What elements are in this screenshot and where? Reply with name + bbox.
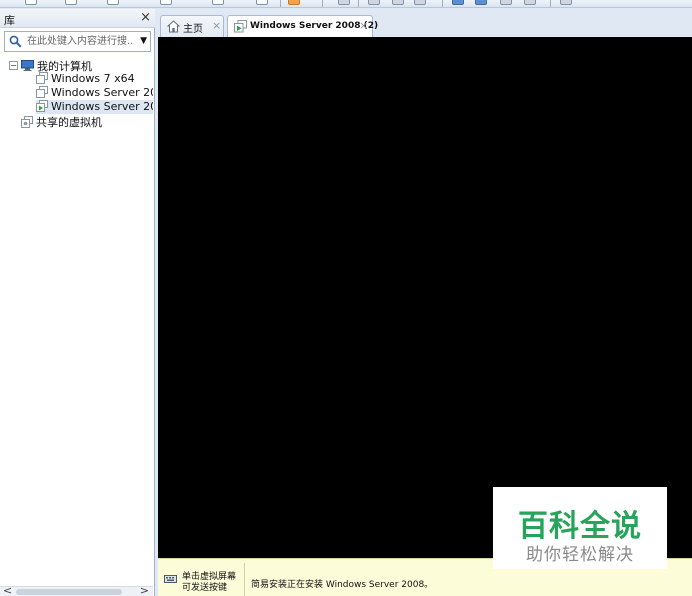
toolbar-button[interactable] [212, 0, 224, 5]
status-hint: 单击虚拟屏幕可发送按键 [182, 572, 237, 593]
search-icon [9, 35, 22, 48]
library-search[interactable]: ▼ [4, 31, 151, 52]
console-view-icon[interactable] [560, 0, 572, 5]
library-view-icon[interactable] [452, 0, 464, 5]
tab-home[interactable]: 主页 × [160, 15, 224, 37]
tree-label: Windows Server 2008 [51, 86, 153, 99]
library-panel: 库 × ▼ − 我的计算机 Windows 7 x64 Windows Serv… [0, 9, 155, 596]
tree-node-shared-vms[interactable]: 共享的虚拟机 [21, 114, 102, 129]
watermark-title: 百科全说 [518, 509, 642, 544]
virtual-machine-icon [36, 72, 48, 84]
status-message: 简易安装正在安装 Windows Server 2008。 [251, 580, 434, 590]
library-close-button[interactable]: × [140, 10, 151, 25]
tree-label: Windows 7 x64 [51, 72, 135, 85]
toolbar-separator [442, 0, 443, 7]
toolbar-separator [322, 0, 323, 7]
toolbar-button[interactable] [160, 0, 172, 5]
library-title: 库 [4, 14, 15, 27]
tree-label: 共享的虚拟机 [36, 116, 102, 129]
scroll-right-icon[interactable]: > [140, 584, 149, 596]
search-input[interactable] [27, 34, 133, 49]
computer-icon [21, 60, 34, 71]
tree-node-my-computer[interactable]: 我的计算机 [21, 58, 92, 73]
send-keys-icon[interactable] [338, 0, 350, 5]
shared-vm-icon [21, 116, 33, 128]
toolbar-button[interactable] [256, 0, 268, 5]
running-vm-icon [234, 20, 247, 33]
search-dropdown-icon[interactable]: ▼ [140, 36, 147, 46]
toolbar-separator [358, 0, 359, 7]
toolbar-button[interactable] [107, 0, 119, 5]
revert-snapshot-icon[interactable] [392, 0, 404, 5]
snapshot-icon[interactable] [368, 0, 380, 5]
tree-label: Windows Server 2008 (2) [51, 100, 153, 113]
scroll-left-icon[interactable]: < [3, 584, 12, 596]
home-icon [167, 20, 180, 33]
tab-label: 主页 [183, 24, 203, 35]
tab-close-button[interactable]: × [212, 19, 221, 32]
tree-node-vm[interactable]: Windows 7 x64 [36, 72, 135, 86]
scroll-thumb[interactable] [16, 589, 122, 595]
fullscreen-icon[interactable] [500, 0, 512, 5]
toolbar-button[interactable] [25, 0, 37, 5]
vm-console-screen[interactable] [158, 37, 692, 558]
tab-close-button[interactable]: × [359, 19, 368, 32]
suspend-icon[interactable] [288, 0, 300, 5]
status-separator [244, 563, 245, 596]
thumbnail-view-icon[interactable] [475, 0, 487, 5]
snapshot-manager-icon[interactable] [414, 0, 426, 5]
unity-icon[interactable] [524, 0, 536, 5]
watermark-subtitle: 助你轻松解决 [526, 545, 634, 565]
toolbar-separator [280, 0, 281, 7]
virtual-machine-icon [36, 86, 48, 98]
main-toolbar [0, 0, 692, 8]
tree-collapse-toggle[interactable]: − [9, 61, 18, 70]
watermark: 百科全说 助你轻松解决 [493, 487, 667, 569]
library-header: 库 × [0, 9, 155, 28]
keyboard-icon [164, 575, 177, 583]
tab-bar: 主页 × Windows Server 2008 (2) × [156, 9, 692, 38]
running-vm-icon [36, 100, 48, 112]
toolbar-button[interactable] [65, 0, 77, 5]
toolbar-separator [550, 0, 551, 7]
tab-vm[interactable]: Windows Server 2008 (2) × [227, 15, 378, 38]
tree-node-vm-selected[interactable]: Windows Server 2008 (2) [36, 100, 153, 114]
horizontal-scrollbar[interactable]: < > [0, 584, 153, 596]
tree-node-vm[interactable]: Windows Server 2008 [36, 86, 153, 100]
